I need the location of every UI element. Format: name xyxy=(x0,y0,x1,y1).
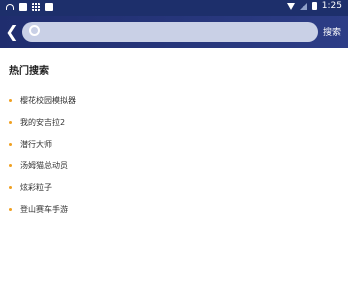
bullet-dot-icon xyxy=(9,207,12,211)
search-icon xyxy=(29,25,40,36)
list-item[interactable]: 潜行大师 xyxy=(9,133,76,155)
search-input[interactable] xyxy=(46,24,310,42)
list-item[interactable]: 我的安吉拉2 xyxy=(9,112,76,134)
list-item[interactable]: 汤姆猫总动员 xyxy=(9,155,76,177)
grid-icon xyxy=(32,3,40,11)
image-icon xyxy=(19,3,27,11)
bullet-dot-icon xyxy=(9,121,12,125)
list-item-label: 我的安吉拉2 xyxy=(20,118,66,128)
hot-search-title: 热门搜索 xyxy=(9,66,49,77)
status-time: 1:25 xyxy=(321,1,342,11)
status-bar-left xyxy=(6,3,53,11)
bullet-dot-icon xyxy=(9,186,12,190)
status-bar-right: 1:25 xyxy=(286,1,342,11)
search-button[interactable]: 搜索 xyxy=(323,25,341,38)
bullet-dot-icon xyxy=(9,164,12,168)
list-item[interactable]: 樱花校园模拟器 xyxy=(9,90,76,112)
status-bar: 1:25 xyxy=(0,0,348,16)
battery-icon xyxy=(311,2,317,10)
list-item-label: 炫彩粒子 xyxy=(20,183,52,193)
cell-signal-icon xyxy=(299,2,307,10)
search-box[interactable] xyxy=(22,22,318,42)
list-item-label: 汤姆猫总动员 xyxy=(20,161,68,171)
list-item[interactable]: 炫彩粒子 xyxy=(9,177,76,199)
hot-search-list: 樱花校园模拟器 我的安吉拉2 潜行大师 汤姆猫总动员 炫彩粒子 登山赛车手游 xyxy=(9,90,76,220)
search-toolbar: ❮ 搜索 xyxy=(0,16,348,48)
list-item-label: 登山赛车手游 xyxy=(20,204,68,214)
bullet-dot-icon xyxy=(9,142,12,146)
wifi-signal-icon xyxy=(286,2,295,10)
list-item[interactable]: 登山赛车手游 xyxy=(9,198,76,220)
wifi-icon xyxy=(6,4,14,10)
back-button[interactable]: ❮ xyxy=(4,23,20,41)
list-item-label: 潜行大师 xyxy=(20,139,52,149)
chevron-left-icon: ❮ xyxy=(5,22,19,41)
list-item-label: 樱花校园模拟器 xyxy=(20,96,76,106)
bullet-dot-icon xyxy=(9,99,12,103)
app-icon xyxy=(45,3,53,11)
